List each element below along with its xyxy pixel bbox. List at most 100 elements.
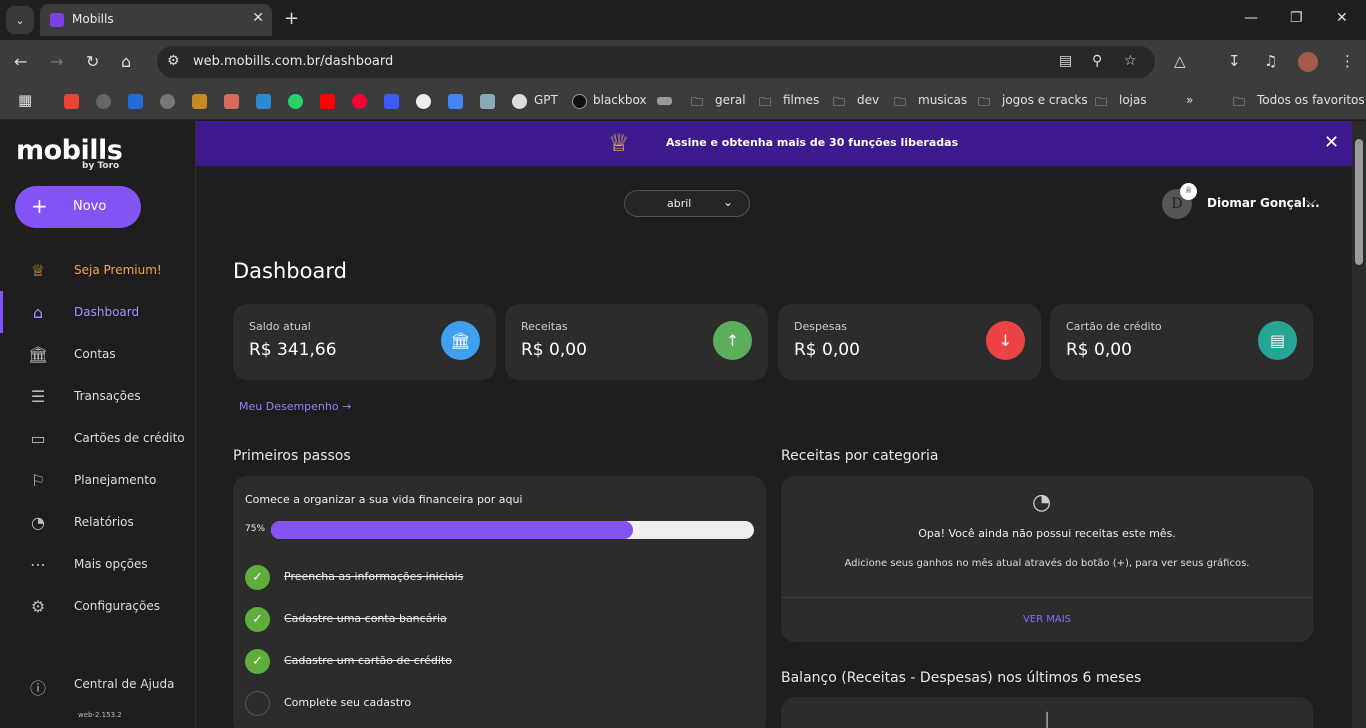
sidebar-item-planejamento[interactable]: ⚐ Planejamento (0, 459, 195, 501)
sidebar-item-ajuda[interactable]: ⓘ Central de Ajuda (0, 663, 195, 705)
performance-link[interactable]: Meu Desempenho → (239, 400, 351, 413)
gmail-icon[interactable] (64, 94, 79, 109)
bookmark-folder-dev[interactable]: dev (857, 93, 879, 107)
bookmark-site-icon[interactable] (128, 94, 143, 109)
tab-title: Mobills (72, 12, 114, 26)
card-cartao-credito[interactable]: Cartão de crédito R$ 0,00 ▤ (1050, 304, 1313, 380)
site-info-icon[interactable]: ⚙ (167, 53, 180, 69)
bookmark-folder-musicas[interactable]: musicas (918, 93, 967, 107)
tab-search-button[interactable]: ⌄ (6, 6, 34, 34)
tab-close-icon[interactable]: ✕ (252, 10, 264, 26)
apps-icon[interactable]: ▦ (18, 91, 32, 109)
url-text[interactable]: web.mobills.com.br/dashboard (193, 54, 393, 69)
sidebar-item-cartoes[interactable]: ▭ Cartões de crédito (0, 417, 195, 459)
user-name[interactable]: Diomar Gonçal... (1207, 196, 1320, 210)
window-close-icon[interactable]: ✕ (1336, 10, 1348, 26)
new-button-label: Novo (73, 199, 107, 214)
address-bar[interactable]: ⚙ web.mobills.com.br/dashboard ▤ ⚲ ☆ (157, 46, 1155, 78)
home-icon[interactable]: ⌂ (121, 52, 131, 71)
card-icon: ▭ (30, 429, 46, 448)
new-button[interactable]: + Novo (15, 186, 141, 228)
translate-icon[interactable] (448, 94, 463, 109)
sidebar-item-dashboard[interactable]: ⌂ Dashboard (0, 291, 195, 333)
globe-icon[interactable] (160, 94, 175, 109)
youtube-icon[interactable] (320, 94, 335, 109)
globe-icon[interactable] (96, 94, 111, 109)
banner-text: Assine e obtenha mais de 30 funções libe… (666, 136, 959, 149)
folder-icon[interactable]: 🗀 (833, 93, 845, 114)
sidebar-item-contas[interactable]: 🏛 Contas (0, 333, 195, 375)
sidebar-item-configuracoes[interactable]: ⚙ Configurações (0, 585, 195, 627)
scrollbar-thumb[interactable] (1355, 139, 1363, 265)
month-selector[interactable]: abril ⌄ (624, 190, 750, 217)
bookmark-site-icon[interactable] (384, 94, 399, 109)
menu-icon[interactable]: ⋮ (1340, 52, 1355, 70)
card-saldo-atual[interactable]: Saldo atual R$ 341,66 🏛 (233, 304, 496, 380)
see-more-button[interactable]: VER MAIS (781, 614, 1313, 625)
sidebar-item-relatorios[interactable]: ◔ Relatórios (0, 501, 195, 543)
new-tab-button[interactable]: + (284, 8, 299, 29)
bookmark-gpt[interactable]: GPT (534, 93, 558, 107)
sidebar-item-label: Central de Ajuda (74, 677, 175, 691)
bookmark-site-icon[interactable] (480, 94, 495, 109)
step-item[interactable]: ✓ Preencha as informações iniciais (245, 563, 755, 593)
sidebar-item-label: Cartões de crédito (74, 431, 185, 445)
folder-icon[interactable]: 🗀 (1233, 93, 1245, 114)
reload-icon[interactable]: ↻ (86, 52, 99, 71)
banner-close-icon[interactable]: ✕ (1324, 132, 1339, 153)
progress-label: 75% (245, 524, 266, 534)
user-menu[interactable]: D ♕ Diomar Gonçal... ⌵ (1162, 183, 1332, 220)
minimize-icon[interactable]: — (1244, 10, 1258, 26)
openai-icon[interactable] (512, 94, 527, 109)
folder-icon[interactable]: 🗀 (691, 93, 703, 114)
forward-icon[interactable]: → (50, 52, 63, 71)
amazon-icon[interactable] (657, 97, 672, 105)
bookmark-site-icon[interactable] (224, 94, 239, 109)
zoom-icon[interactable]: ⚲ (1092, 53, 1102, 69)
chevron-down-icon[interactable]: ⌵ (1306, 194, 1316, 209)
bookmark-folder-filmes[interactable]: filmes (783, 93, 819, 107)
bookmark-site-icon[interactable] (256, 94, 271, 109)
bookmarks-bar: ▦ GPT blackbox 🗀 geral 🗀 filmes 🗀 dev 🗀 … (0, 84, 1366, 120)
list-icon: ☰ (30, 387, 46, 406)
bookmark-folder-lojas[interactable]: lojas (1119, 93, 1147, 107)
bookmark-all-favorites[interactable]: Todos os favoritos (1257, 93, 1365, 107)
folder-icon[interactable]: 🗀 (978, 93, 990, 114)
youtube-music-icon[interactable] (352, 94, 367, 109)
more-bookmarks-icon[interactable]: » (1186, 93, 1193, 107)
github-icon[interactable] (416, 94, 431, 109)
folder-icon[interactable]: 🗀 (759, 93, 771, 114)
sidebar-item-mais-opcoes[interactable]: ⋯ Mais opções (0, 543, 195, 585)
premium-banner[interactable]: ♕ Assine e obtenha mais de 30 funções li… (196, 121, 1352, 166)
scrollbar[interactable] (1352, 121, 1366, 728)
bookmark-star-icon[interactable]: ☆ (1124, 53, 1137, 69)
page-title: Dashboard (233, 259, 347, 283)
browser-tab[interactable]: Mobills ✕ (40, 4, 272, 36)
divider (781, 597, 1313, 598)
install-app-icon[interactable]: ▤ (1059, 53, 1072, 69)
bank-icon: 🏛 (441, 321, 480, 360)
whatsapp-icon[interactable] (288, 94, 303, 109)
step-item[interactable]: Complete seu cadastro (245, 689, 755, 719)
folder-icon[interactable]: 🗀 (1095, 93, 1107, 114)
first-steps-card: Comece a organizar a sua vida financeira… (233, 476, 766, 728)
step-item[interactable]: ✓ Cadastre um cartão de crédito (245, 647, 755, 677)
profile-avatar[interactable] (1298, 52, 1318, 72)
card-value: R$ 0,00 (794, 340, 860, 360)
downloads-icon[interactable]: ↧ (1228, 52, 1241, 70)
blackbox-icon[interactable] (572, 94, 587, 109)
bookmark-blackbox[interactable]: blackbox (593, 93, 647, 107)
restore-icon[interactable]: ❐ (1290, 10, 1303, 26)
card-despesas[interactable]: Despesas R$ 0,00 ↓ (778, 304, 1041, 380)
bookmark-site-icon[interactable] (192, 94, 207, 109)
card-receitas[interactable]: Receitas R$ 0,00 ↑ (505, 304, 768, 380)
back-icon[interactable]: ← (14, 52, 27, 71)
bookmark-folder-jogos[interactable]: jogos e cracks (1002, 93, 1088, 107)
sidebar-item-transacoes[interactable]: ☰ Transações (0, 375, 195, 417)
extensions-icon[interactable]: △ (1174, 52, 1186, 70)
bookmark-folder-geral[interactable]: geral (715, 93, 746, 107)
folder-icon[interactable]: 🗀 (894, 93, 906, 114)
media-icon[interactable]: ♫ (1264, 52, 1277, 70)
step-item[interactable]: ✓ Cadastre uma conta bancária (245, 605, 755, 635)
sidebar-item-premium[interactable]: ♕ Seja Premium! (0, 249, 195, 291)
